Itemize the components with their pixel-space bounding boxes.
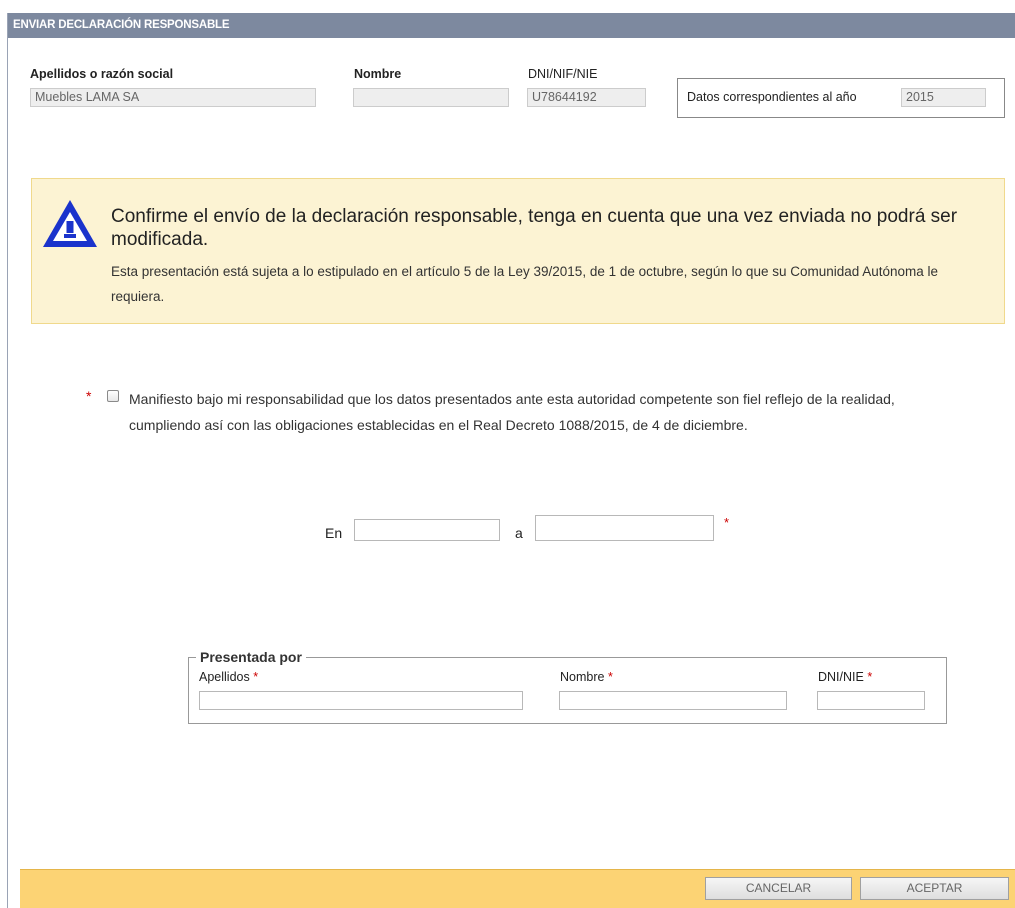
date-required-mark: * [724,515,730,530]
year-field: 2015 [901,88,986,107]
presenter-dni-label: DNI/NIE * [818,670,873,684]
presenter-apellidos-label: Apellidos * [199,670,259,684]
panel-header: ENVIAR DECLARACIÓN RESPONSABLE [8,13,1015,38]
declaration-text[interactable]: Manifiesto bajo mi responsabilidad que l… [129,386,909,438]
a-label: a [515,525,523,541]
apellidos-razon-social-field: Muebles LAMA SA [30,88,316,107]
warning-body: Esta presentación está sujeta a lo estip… [111,264,939,304]
apellidos-razon-social-label: Apellidos o razón social [30,67,174,81]
presented-by-legend: Presentada por [196,649,306,665]
dni-nif-nie-field: U78644192 [527,88,646,107]
declaration-required-mark: * [86,388,92,404]
year-label: Datos correspondientes al año [687,90,857,104]
dni-nif-nie-label: DNI/NIF/NIE [528,67,598,81]
presenter-dni-input[interactable] [817,691,925,710]
nombre-label: Nombre [354,67,402,81]
cancel-button[interactable]: CANCELAR [705,877,852,900]
place-input[interactable] [354,519,500,541]
presenter-apellidos-input[interactable] [199,691,523,710]
warning-triangle-icon [43,200,97,247]
declaration-checkbox[interactable] [107,390,119,402]
warning-title: Confirme el envío de la declaración resp… [111,206,958,250]
accept-button[interactable]: ACEPTAR [860,877,1009,900]
panel-left-border [7,13,8,908]
date-input[interactable] [535,515,714,541]
presenter-nombre-label: Nombre * [560,670,613,684]
presenter-nombre-input[interactable] [559,691,787,710]
nombre-field [353,88,509,107]
en-label: En [325,525,343,541]
